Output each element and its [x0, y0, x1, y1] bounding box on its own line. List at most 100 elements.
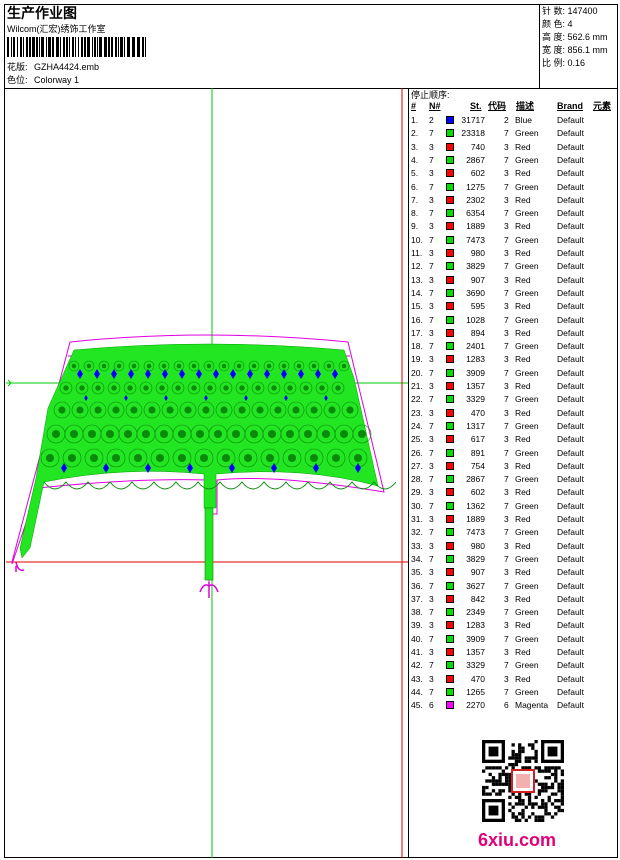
- stop-row: 16. 7 1028 7 Green Default: [409, 314, 617, 327]
- stitch-count: 470: [470, 673, 485, 684]
- color-description: Green: [515, 420, 539, 431]
- stitch-count: 980: [470, 248, 485, 258]
- color-code: 3: [504, 301, 509, 312]
- stop-index: 11.: [411, 248, 423, 258]
- thread-brand: Default: [557, 287, 584, 298]
- color-description: Red: [515, 647, 531, 657]
- color-code: 3: [504, 168, 509, 179]
- stop-index: 40.: [411, 633, 423, 644]
- stitch-count: 2349: [466, 607, 485, 618]
- color-swatch: [446, 275, 454, 284]
- color-swatch: [446, 155, 454, 164]
- stop-row: 32. 7 7473 7 Green Default: [409, 526, 617, 539]
- color-swatch: [446, 408, 454, 417]
- color-code: 3: [504, 647, 509, 657]
- needle-number: 7: [429, 261, 434, 272]
- stop-index: 25.: [411, 434, 423, 445]
- color-swatch: [446, 581, 454, 590]
- col-header-desc: 描述: [516, 101, 535, 111]
- thread-brand: Default: [557, 553, 584, 564]
- color-swatch: [446, 515, 454, 523]
- color-code: 7: [504, 607, 509, 618]
- color-description: Green: [515, 686, 539, 697]
- color-description: Green: [515, 234, 539, 245]
- color-description: Green: [515, 580, 539, 591]
- stop-row: 14. 7 3690 7 Green Default: [409, 287, 617, 300]
- stop-index: 26.: [411, 447, 423, 458]
- stitch-count: 3329: [466, 660, 485, 671]
- stop-index: 38.: [411, 607, 423, 618]
- needle-number: 6: [429, 700, 434, 711]
- needle-number: 3: [429, 673, 434, 684]
- thread-brand: Default: [557, 354, 584, 365]
- color-code: 7: [504, 234, 509, 245]
- color-description: Red: [515, 194, 531, 205]
- color-description: Green: [515, 128, 539, 139]
- thread-brand: Default: [557, 128, 584, 139]
- color-description: Red: [515, 354, 531, 365]
- stop-index: 36.: [411, 580, 423, 591]
- needle-number: 7: [429, 128, 434, 139]
- needle-number: 2: [429, 115, 434, 125]
- needle-number: 7: [429, 314, 434, 325]
- thread-brand: Default: [557, 181, 584, 192]
- needle-number: 7: [429, 580, 434, 591]
- stop-index: 42.: [411, 660, 423, 671]
- thread-brand: Default: [557, 407, 584, 418]
- color-code: 3: [504, 407, 509, 418]
- color-description: Green: [515, 660, 539, 671]
- thread-brand: Default: [557, 381, 584, 391]
- needle-number: 3: [429, 354, 434, 365]
- thread-brand: Default: [557, 274, 584, 285]
- stop-row: 19. 3 1283 3 Red Default: [409, 353, 617, 366]
- stop-row: 12. 7 3829 7 Green Default: [409, 260, 617, 273]
- color-code: 7: [504, 314, 509, 325]
- color-swatch: [446, 328, 454, 337]
- color-description: Green: [515, 553, 539, 564]
- stitch-count: 1028: [466, 314, 485, 325]
- thread-brand: Default: [557, 154, 584, 165]
- stitch-count: 907: [470, 274, 485, 285]
- color-code: 7: [504, 580, 509, 591]
- color-code: 3: [504, 514, 509, 524]
- stitch-count: 3829: [466, 261, 485, 272]
- stitch-count: 617: [470, 434, 485, 445]
- stitch-count: 470: [470, 407, 485, 418]
- needle-number: 7: [429, 607, 434, 618]
- stop-index: 34.: [411, 553, 423, 564]
- color-swatch: [446, 235, 454, 244]
- stop-row: 37. 3 842 3 Red Default: [409, 593, 617, 606]
- color-description: Blue: [515, 115, 533, 125]
- stop-index: 8.: [411, 208, 419, 219]
- stitch-count: 2867: [466, 154, 485, 165]
- needle-number: 3: [429, 540, 434, 551]
- thread-brand: Default: [557, 301, 584, 312]
- colorway-label: 色位:: [7, 75, 28, 85]
- design-file: GZHA4424.emb: [34, 62, 100, 72]
- thread-brand: Default: [557, 447, 584, 458]
- thread-brand: Default: [557, 341, 584, 352]
- needle-number: 7: [429, 553, 434, 564]
- stitch-count: 1283: [466, 620, 485, 631]
- color-code: 7: [504, 154, 509, 165]
- stop-index: 30.: [411, 500, 423, 511]
- stop-index: 45.: [411, 700, 423, 711]
- color-description: Green: [515, 314, 539, 325]
- stop-index: 23.: [411, 407, 423, 418]
- stitch-count: 1265: [466, 686, 485, 697]
- stitch-count: 1275: [466, 181, 485, 192]
- site-watermark: 6xiu.com: [478, 830, 557, 850]
- stop-index: 2.: [411, 128, 419, 139]
- stop-row: 31. 3 1889 3 Red Default: [409, 513, 617, 526]
- color-swatch: [446, 687, 454, 696]
- needle-number: 7: [429, 287, 434, 298]
- needle-number: 7: [429, 367, 434, 378]
- needle-number: 7: [429, 394, 434, 405]
- stop-row: 6. 7 1275 7 Green Default: [409, 181, 617, 194]
- color-code: 3: [504, 248, 509, 258]
- color-code: 7: [504, 128, 509, 139]
- color-swatch: [446, 661, 454, 670]
- needle-number: 7: [429, 447, 434, 458]
- color-code: 6: [504, 700, 509, 711]
- color-description: Green: [515, 474, 539, 485]
